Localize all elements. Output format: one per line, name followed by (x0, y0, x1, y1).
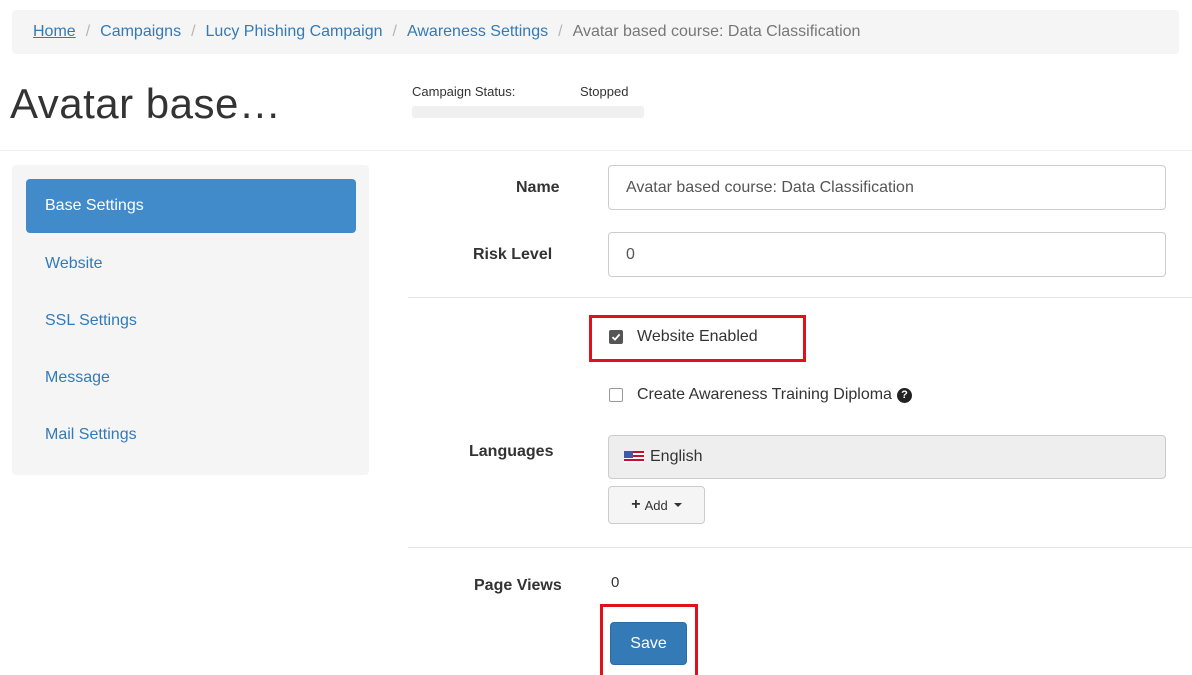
page-title: Avatar base… (10, 80, 282, 127)
campaign-status-bar (412, 106, 644, 118)
sidebar-item-message[interactable]: Message (26, 351, 356, 405)
caret-down-icon (673, 503, 682, 507)
name-input[interactable]: Avatar based course: Data Classification (608, 165, 1166, 210)
diploma-checkbox[interactable] (609, 388, 623, 402)
sidebar-nav: Base Settings Website SSL Settings Messa… (12, 165, 369, 475)
diploma-checkbox-row[interactable]: Create Awareness Training Diploma ? (609, 386, 912, 404)
breadcrumb-separator: / (191, 23, 196, 40)
campaign-status-label: Campaign Status: (412, 84, 516, 99)
page-views-label: Page Views (474, 577, 562, 594)
breadcrumb: Home / Campaigns / Lucy Phishing Campaig… (12, 10, 1179, 54)
breadcrumb-separator: / (558, 23, 563, 40)
breadcrumb-separator: / (85, 23, 91, 40)
sidebar-item-mail-settings[interactable]: Mail Settings (26, 408, 356, 462)
divider (0, 150, 1192, 151)
breadcrumb-awareness-settings-link[interactable]: Awareness Settings (407, 23, 548, 41)
breadcrumb-home-link[interactable]: Home (33, 23, 76, 41)
website-enabled-label: Website Enabled (637, 328, 758, 345)
breadcrumb-current: Avatar based course: Data Classification (572, 23, 861, 40)
diploma-label: Create Awareness Training Diploma (637, 386, 892, 403)
sidebar-item-base-settings[interactable]: Base Settings (26, 179, 356, 233)
check-icon (611, 333, 621, 341)
add-language-button[interactable]: + Add (608, 486, 705, 524)
plus-icon: + (631, 496, 641, 513)
breadcrumb-campaigns-link[interactable]: Campaigns (100, 23, 181, 41)
save-button[interactable]: Save (610, 622, 687, 665)
divider (408, 547, 1192, 548)
languages-label: Languages (469, 443, 554, 460)
name-label: Name (516, 179, 560, 196)
language-label: English (650, 448, 703, 465)
website-enabled-checkbox-row[interactable]: Website Enabled (609, 328, 758, 346)
us-flag-icon (624, 451, 644, 463)
page-views-value: 0 (611, 574, 620, 591)
campaign-status: Campaign Status: Stopped (412, 84, 628, 99)
campaign-status-value: Stopped (580, 84, 629, 99)
breadcrumb-campaign-link[interactable]: Lucy Phishing Campaign (206, 23, 383, 41)
sidebar-item-ssl-settings[interactable]: SSL Settings (26, 294, 356, 348)
question-circle-icon[interactable]: ? (896, 387, 912, 403)
risk-level-input[interactable]: 0 (608, 232, 1166, 277)
risk-level-label: Risk Level (473, 246, 553, 263)
divider (408, 297, 1192, 298)
add-language-label: Add (644, 497, 668, 513)
breadcrumb-separator: / (392, 23, 397, 40)
sidebar-item-website[interactable]: Website (26, 237, 356, 291)
language-item: English (608, 435, 1166, 479)
website-enabled-checkbox[interactable] (609, 330, 623, 344)
